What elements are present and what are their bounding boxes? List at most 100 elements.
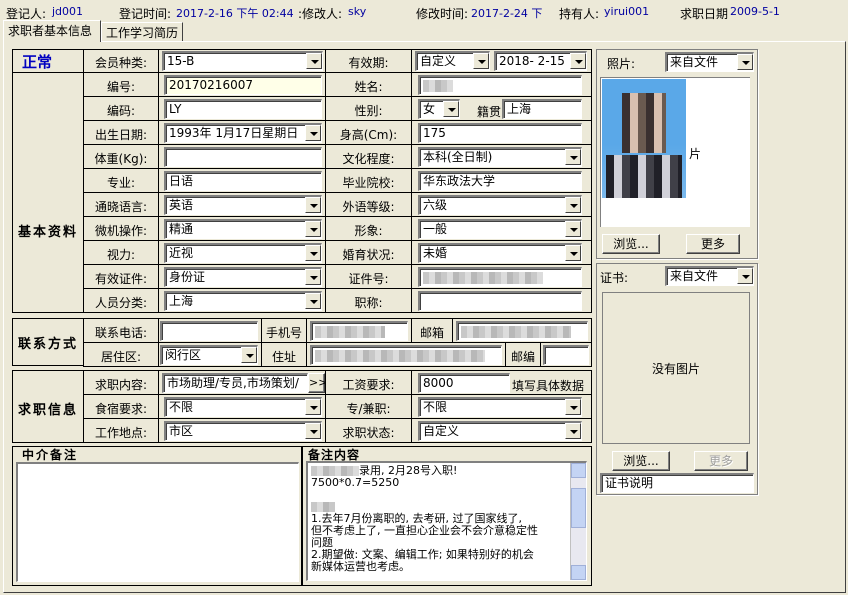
- marital-select[interactable]: 未婚: [418, 243, 582, 263]
- job-status-select[interactable]: 自定义: [418, 421, 582, 441]
- vision-select[interactable]: 近视: [164, 243, 322, 263]
- agency-note-title: 中介备注: [22, 448, 79, 462]
- cert-no-label: 证件号:: [348, 272, 389, 286]
- id-input[interactable]: 20170216007: [164, 75, 322, 95]
- photo-body: [606, 155, 682, 198]
- job-content-more-button[interactable]: >>: [308, 373, 327, 393]
- chevron-down-icon: [565, 149, 581, 165]
- native-label: 籍贯: [477, 105, 502, 119]
- chevron-down-icon: [241, 347, 257, 363]
- computer-skill-select[interactable]: 精通: [164, 219, 322, 239]
- code-label: 编码:: [106, 104, 136, 118]
- certificate-more-button[interactable]: 更多: [694, 451, 748, 471]
- zip-input[interactable]: [543, 345, 589, 365]
- chevron-down-icon: [305, 399, 321, 415]
- chevron-down-icon: [306, 53, 322, 69]
- contact-section-title: 联系方式: [17, 337, 78, 352]
- birth-date-picker[interactable]: 1993年 1月17日星期日: [164, 123, 322, 143]
- language-level-select[interactable]: 六级: [418, 195, 582, 215]
- location-select[interactable]: 市区: [164, 421, 322, 441]
- district-label: 居住区:: [100, 350, 142, 364]
- address-label: 住址: [271, 350, 296, 364]
- remarks-textarea[interactable]: 录用, 2月28号入职! 7500*0.7=5250 1.去年7月份离职的, 去…: [306, 461, 587, 581]
- chevron-down-icon: [565, 423, 581, 439]
- member-type-label: 会员种类:: [94, 56, 148, 70]
- education-select[interactable]: 本科(全日制): [418, 147, 582, 167]
- cert-no-input[interactable]: [418, 267, 582, 287]
- height-input[interactable]: 175: [418, 123, 582, 143]
- fulltime-label: 专/兼职:: [346, 402, 391, 416]
- weight-label: 体重(Kg):: [94, 152, 148, 166]
- basic-section-cell: [12, 72, 84, 313]
- scrollbar[interactable]: [570, 463, 586, 580]
- weight-input[interactable]: [164, 147, 322, 167]
- mod-time-value: 2017-2-24 下: [471, 7, 543, 20]
- title-input[interactable]: [418, 291, 582, 311]
- phone-input[interactable]: [160, 321, 258, 341]
- scroll-down-button[interactable]: [571, 565, 586, 580]
- chevron-down-icon: [565, 197, 581, 213]
- language-select[interactable]: 英语: [164, 195, 322, 215]
- fulltime-select[interactable]: 不限: [418, 397, 582, 417]
- chevron-down-icon: [737, 54, 753, 70]
- certificate-desc-input[interactable]: 证书说明: [600, 473, 754, 493]
- job-section-title: 求职信息: [17, 403, 78, 418]
- remarks-line: 但不考虑上了, 一直担心企业会不会介意稳定性: [311, 524, 538, 537]
- name-input[interactable]: [418, 75, 582, 95]
- validity-mode-select[interactable]: 自定义: [415, 51, 490, 71]
- photo-browse-button[interactable]: 浏览...: [602, 234, 660, 254]
- salary-input[interactable]: 8000: [418, 373, 510, 393]
- photo-face: [622, 93, 666, 153]
- tab-resume[interactable]: 工作学习简历: [101, 22, 183, 41]
- chevron-down-icon: [305, 221, 321, 237]
- job-status-label: 求职状态:: [342, 426, 395, 440]
- photo-label: 照片:: [607, 57, 636, 71]
- school-input[interactable]: 华东政法大学: [418, 171, 582, 191]
- school-label: 毕业院校:: [342, 176, 395, 190]
- chevron-down-icon: [305, 423, 321, 439]
- agency-note-textarea[interactable]: [16, 462, 299, 582]
- email-input[interactable]: [456, 321, 588, 341]
- email-label: 邮箱: [419, 326, 444, 340]
- job-date-value: 2009-5-1: [730, 5, 780, 18]
- job-date-label: 求职日期: [680, 7, 729, 21]
- chevron-down-icon: [565, 221, 581, 237]
- mobile-input[interactable]: [310, 321, 408, 341]
- chevron-down-icon: [305, 245, 321, 261]
- district-select[interactable]: 闵行区: [160, 345, 258, 365]
- scroll-thumb[interactable]: [571, 488, 586, 528]
- validity-label: 有效期:: [348, 56, 389, 70]
- image-select[interactable]: 一般: [418, 219, 582, 239]
- address-input[interactable]: [310, 345, 502, 365]
- education-label: 文化程度:: [342, 152, 395, 166]
- chevron-down-icon: [305, 269, 321, 285]
- holder-value: yirui001: [604, 5, 650, 18]
- member-type-select[interactable]: 15-B: [162, 51, 323, 71]
- photo-image: [602, 79, 686, 198]
- validity-date-picker[interactable]: 2018- 2-15: [494, 51, 587, 71]
- code-input[interactable]: LY: [164, 99, 322, 119]
- certificate-source-select[interactable]: 来自文件: [665, 266, 754, 286]
- remarks-line: 新媒体运营也考虑。: [311, 560, 410, 573]
- computer-skill-label: 微机操作:: [94, 224, 148, 238]
- native-input[interactable]: 上海: [502, 99, 582, 119]
- category-select[interactable]: 上海: [164, 291, 322, 311]
- chevron-down-icon: [570, 53, 586, 69]
- photo-more-button[interactable]: 更多: [686, 234, 740, 254]
- salary-label: 工资要求:: [342, 378, 395, 392]
- tab-basic-info[interactable]: 求职者基本信息: [3, 20, 101, 42]
- certificate-browse-button[interactable]: 浏览...: [612, 451, 670, 471]
- photo-source-select[interactable]: 来自文件: [665, 52, 754, 72]
- modifier-label: :修改人:: [298, 7, 343, 21]
- vision-label: 视力:: [106, 248, 136, 262]
- mod-time-label: 修改时间:: [416, 7, 469, 21]
- cert-type-select[interactable]: 身份证: [164, 267, 322, 287]
- major-input[interactable]: 日语: [164, 171, 322, 191]
- chevron-down-icon: [305, 125, 321, 141]
- gender-select[interactable]: 女: [418, 99, 460, 119]
- board-select[interactable]: 不限: [164, 397, 322, 417]
- language-label: 通晓语言:: [94, 200, 148, 214]
- board-label: 食宿要求:: [94, 402, 148, 416]
- scroll-up-button[interactable]: [571, 463, 586, 478]
- job-content-input[interactable]: 市场助理/专员,市场策划/: [162, 373, 308, 393]
